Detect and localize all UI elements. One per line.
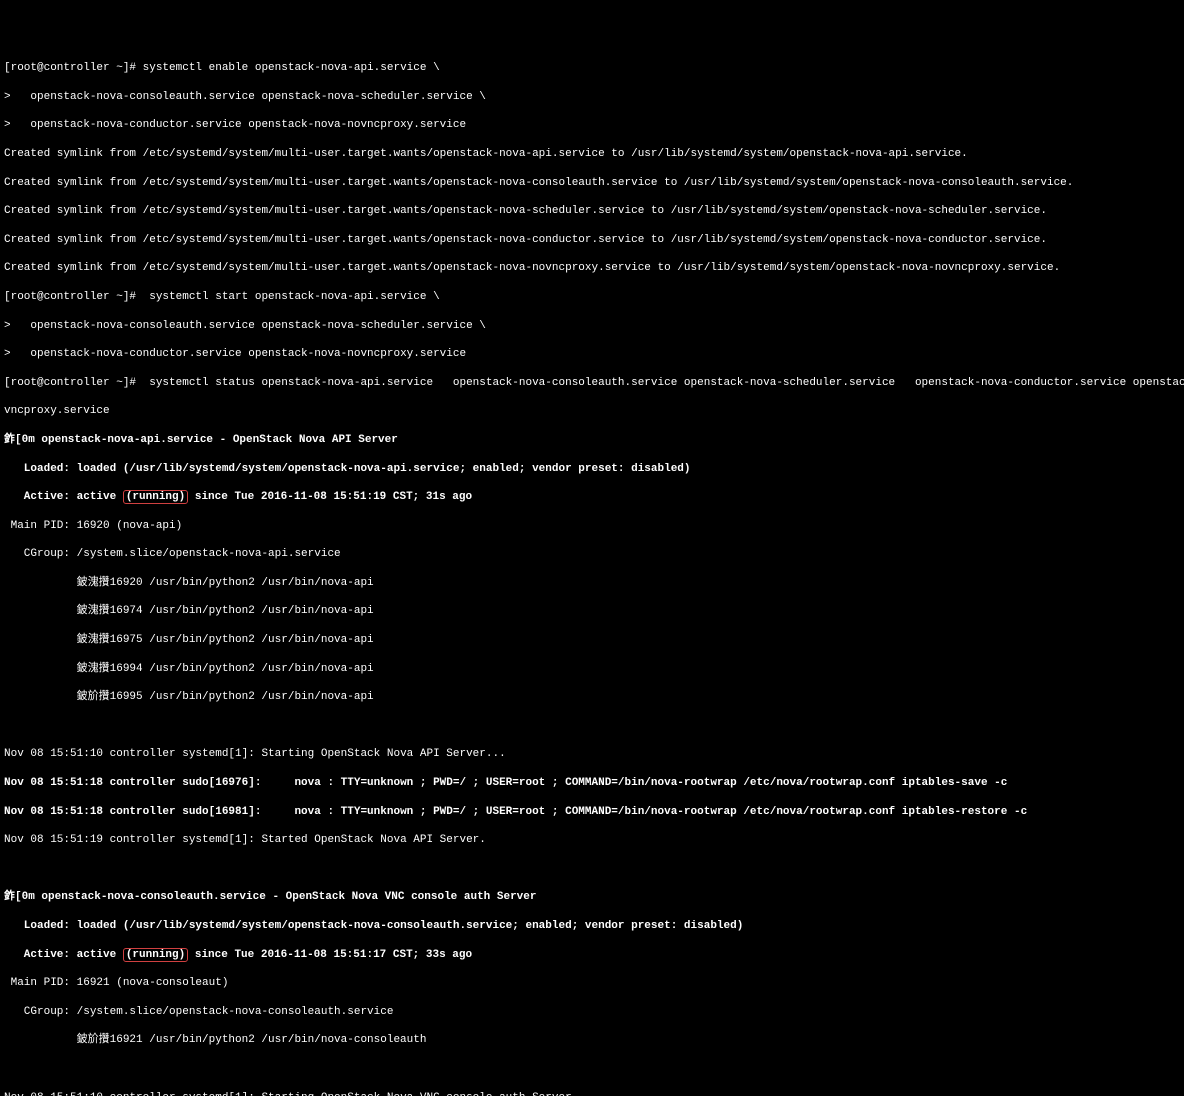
active-line: Active: active (running) since Tue 2016-… <box>4 490 1180 504</box>
prompt-line: vncproxy.service <box>4 404 1180 418</box>
log-line: Nov 08 15:51:18 controller sudo[16981]: … <box>4 805 1180 819</box>
service-header: 鈼[0m openstack-nova-api.service - OpenSt… <box>4 433 1180 447</box>
bullet-icon: 鈼 <box>4 434 15 446</box>
process-line: 鈹斺攢16921 /usr/bin/python2 /usr/bin/nova-… <box>4 1033 1180 1047</box>
terminal-output[interactable]: [root@controller ~]# systemctl enable op… <box>4 61 1180 1096</box>
prompt-line: [root@controller ~]# systemctl start ope… <box>4 290 1180 304</box>
process-line: 鈹溾攢16994 /usr/bin/python2 /usr/bin/nova-… <box>4 662 1180 676</box>
mainpid-line: Main PID: 16920 (nova-api) <box>4 519 1180 533</box>
prompt-line: [root@controller ~]# systemctl enable op… <box>4 61 1180 75</box>
symlink-output: Created symlink from /etc/systemd/system… <box>4 233 1180 247</box>
continuation-line: > openstack-nova-conductor.service opens… <box>4 118 1180 132</box>
service-header: 鈼[0m openstack-nova-consoleauth.service … <box>4 890 1180 904</box>
bullet-icon: 鈼 <box>4 891 15 903</box>
continuation-line: > openstack-nova-consoleauth.service ope… <box>4 90 1180 104</box>
log-line: Nov 08 15:51:10 controller systemd[1]: S… <box>4 1091 1180 1096</box>
cgroup-line: CGroup: /system.slice/openstack-nova-api… <box>4 547 1180 561</box>
process-line: 鈹溾攢16920 /usr/bin/python2 /usr/bin/nova-… <box>4 576 1180 590</box>
blank-line <box>4 719 1180 733</box>
mainpid-line: Main PID: 16921 (nova-consoleaut) <box>4 976 1180 990</box>
continuation-line: > openstack-nova-consoleauth.service ope… <box>4 319 1180 333</box>
running-status: (running) <box>123 490 188 504</box>
log-line: Nov 08 15:51:18 controller sudo[16976]: … <box>4 776 1180 790</box>
active-line: Active: active (running) since Tue 2016-… <box>4 948 1180 962</box>
symlink-output: Created symlink from /etc/systemd/system… <box>4 147 1180 161</box>
process-line: 鈹溾攢16974 /usr/bin/python2 /usr/bin/nova-… <box>4 604 1180 618</box>
log-line: Nov 08 15:51:10 controller systemd[1]: S… <box>4 747 1180 761</box>
process-line: 鈹溾攢16975 /usr/bin/python2 /usr/bin/nova-… <box>4 633 1180 647</box>
symlink-output: Created symlink from /etc/systemd/system… <box>4 204 1180 218</box>
symlink-output: Created symlink from /etc/systemd/system… <box>4 176 1180 190</box>
continuation-line: > openstack-nova-conductor.service opens… <box>4 347 1180 361</box>
symlink-output: Created symlink from /etc/systemd/system… <box>4 261 1180 275</box>
process-line: 鈹斺攢16995 /usr/bin/python2 /usr/bin/nova-… <box>4 690 1180 704</box>
loaded-line: Loaded: loaded (/usr/lib/systemd/system/… <box>4 919 1180 933</box>
running-status: (running) <box>123 948 188 962</box>
prompt-line: [root@controller ~]# systemctl status op… <box>4 376 1180 390</box>
blank-line <box>4 862 1180 876</box>
blank-line <box>4 1062 1180 1076</box>
cgroup-line: CGroup: /system.slice/openstack-nova-con… <box>4 1005 1180 1019</box>
loaded-line: Loaded: loaded (/usr/lib/systemd/system/… <box>4 462 1180 476</box>
log-line: Nov 08 15:51:19 controller systemd[1]: S… <box>4 833 1180 847</box>
